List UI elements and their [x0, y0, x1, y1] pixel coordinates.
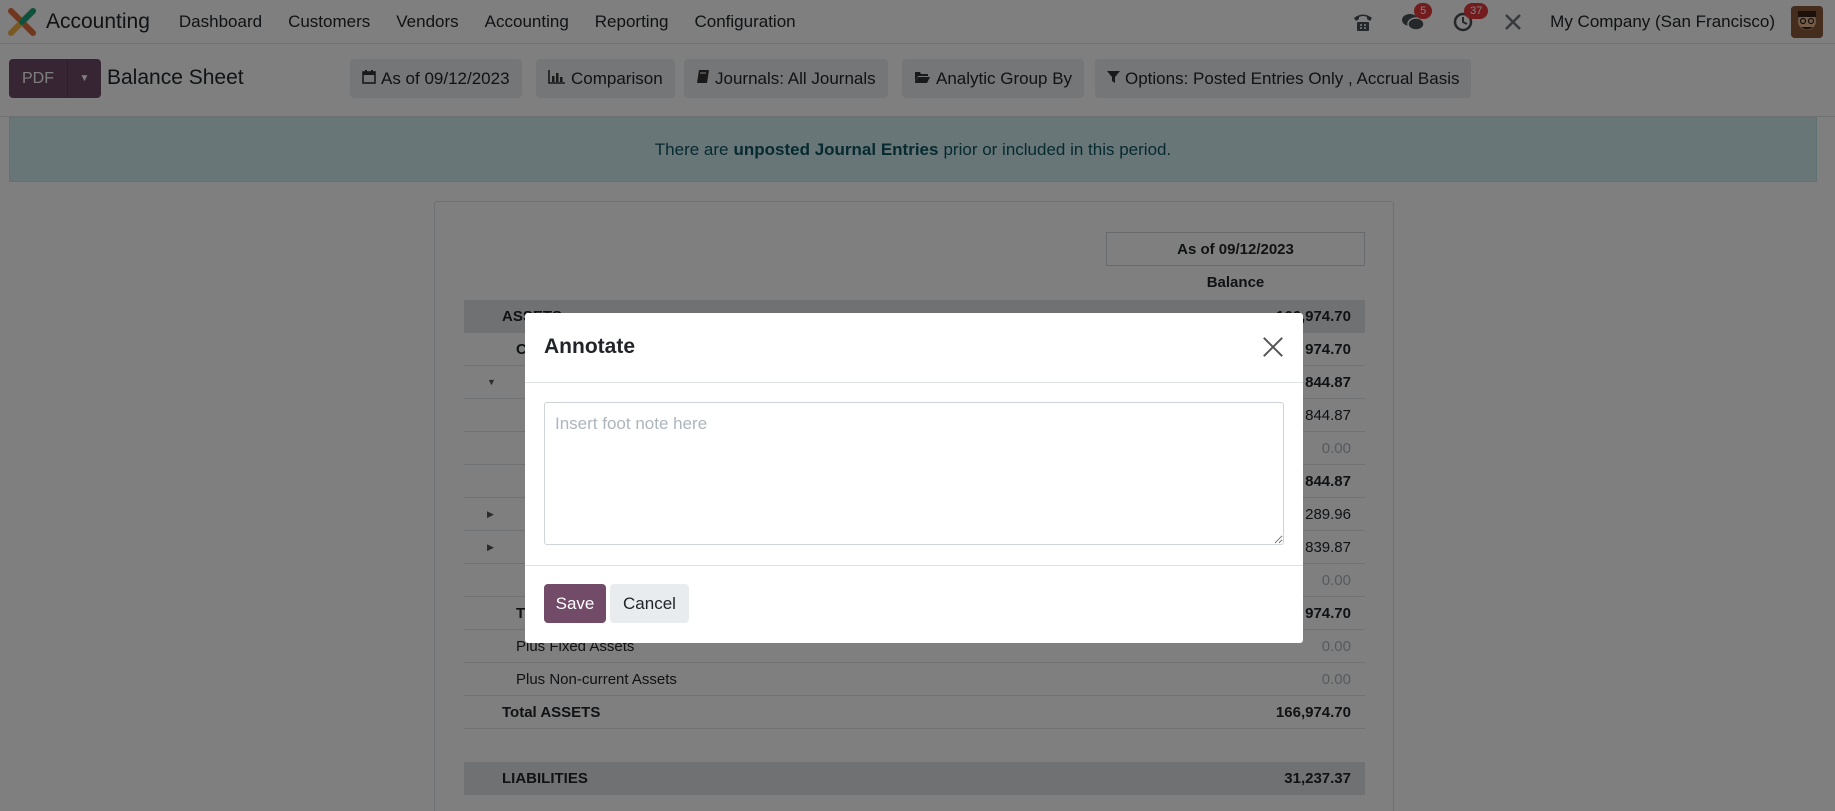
annotate-dialog: Annotate Save Cancel	[525, 313, 1303, 643]
dialog-body	[525, 383, 1303, 566]
dialog-title: Annotate	[544, 335, 635, 358]
dialog-footer: Save Cancel	[525, 566, 1303, 642]
dialog-header: Annotate	[525, 313, 1303, 383]
save-button[interactable]: Save	[544, 584, 606, 623]
footnote-textarea[interactable]	[544, 402, 1284, 545]
cancel-button[interactable]: Cancel	[610, 584, 689, 623]
close-icon[interactable]	[1259, 333, 1287, 361]
